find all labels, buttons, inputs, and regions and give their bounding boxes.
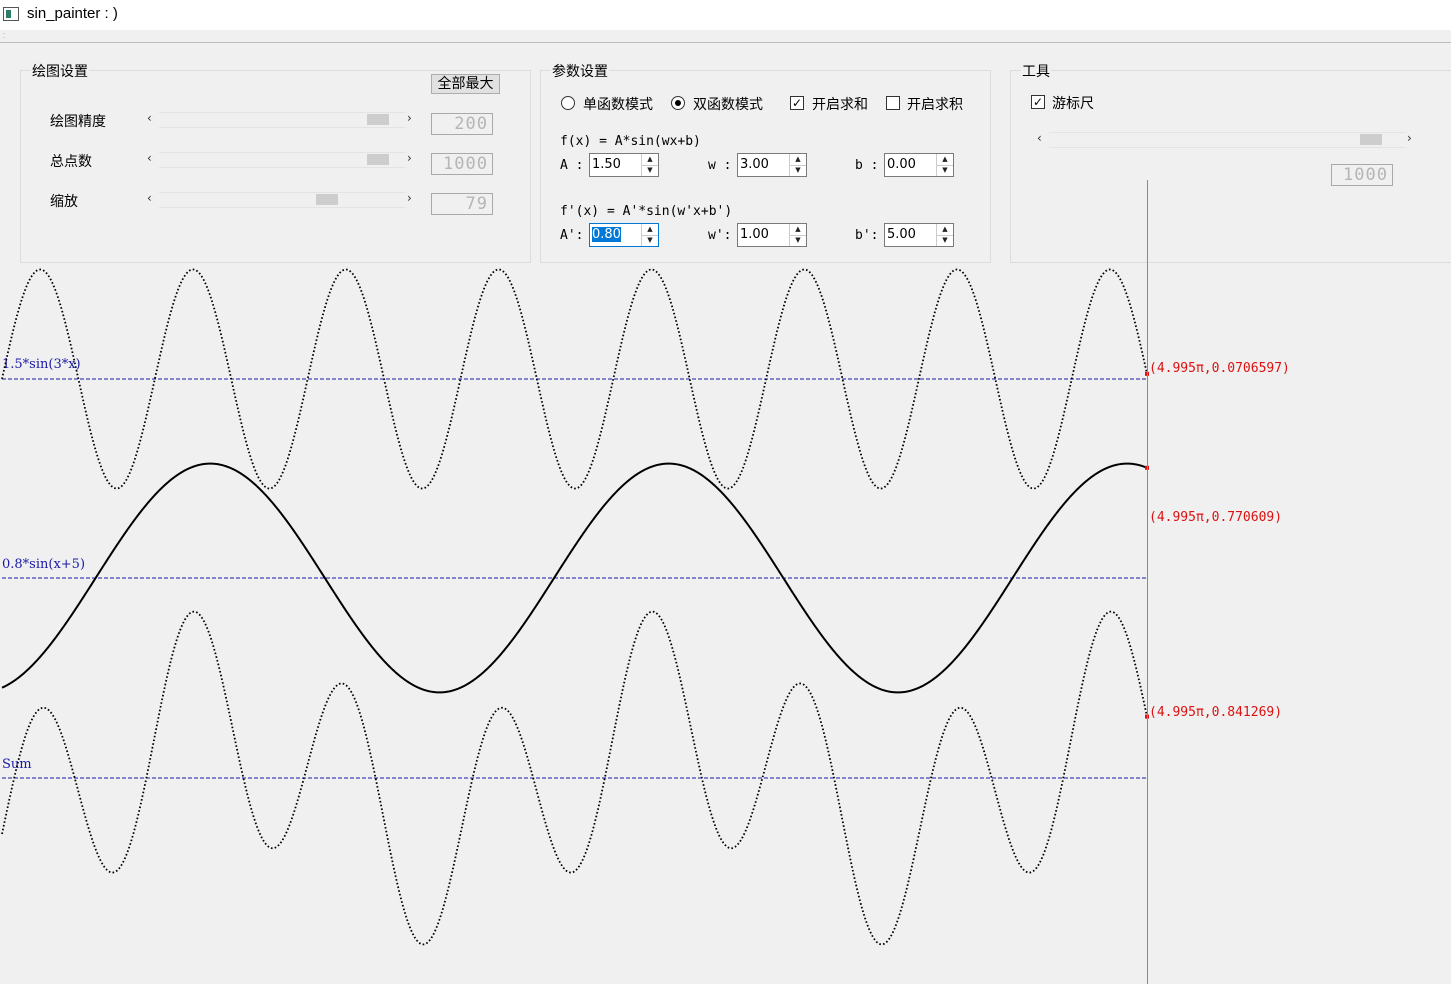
curve-label: 0.8*sin(x+5)	[2, 557, 85, 572]
plot-canvas[interactable]: 1.5*sin(3*x) (4.995π,0.0706597) 0.8*sin(x+…	[0, 0, 1451, 984]
curve-label: 1.5*sin(3*x)	[2, 357, 81, 372]
cursor-readout: (4.995π,0.0706597)	[1149, 361, 1290, 376]
cursor-readout: (4.995π,0.841269)	[1149, 705, 1282, 720]
cursor-readout: (4.995π,0.770609)	[1149, 510, 1282, 525]
